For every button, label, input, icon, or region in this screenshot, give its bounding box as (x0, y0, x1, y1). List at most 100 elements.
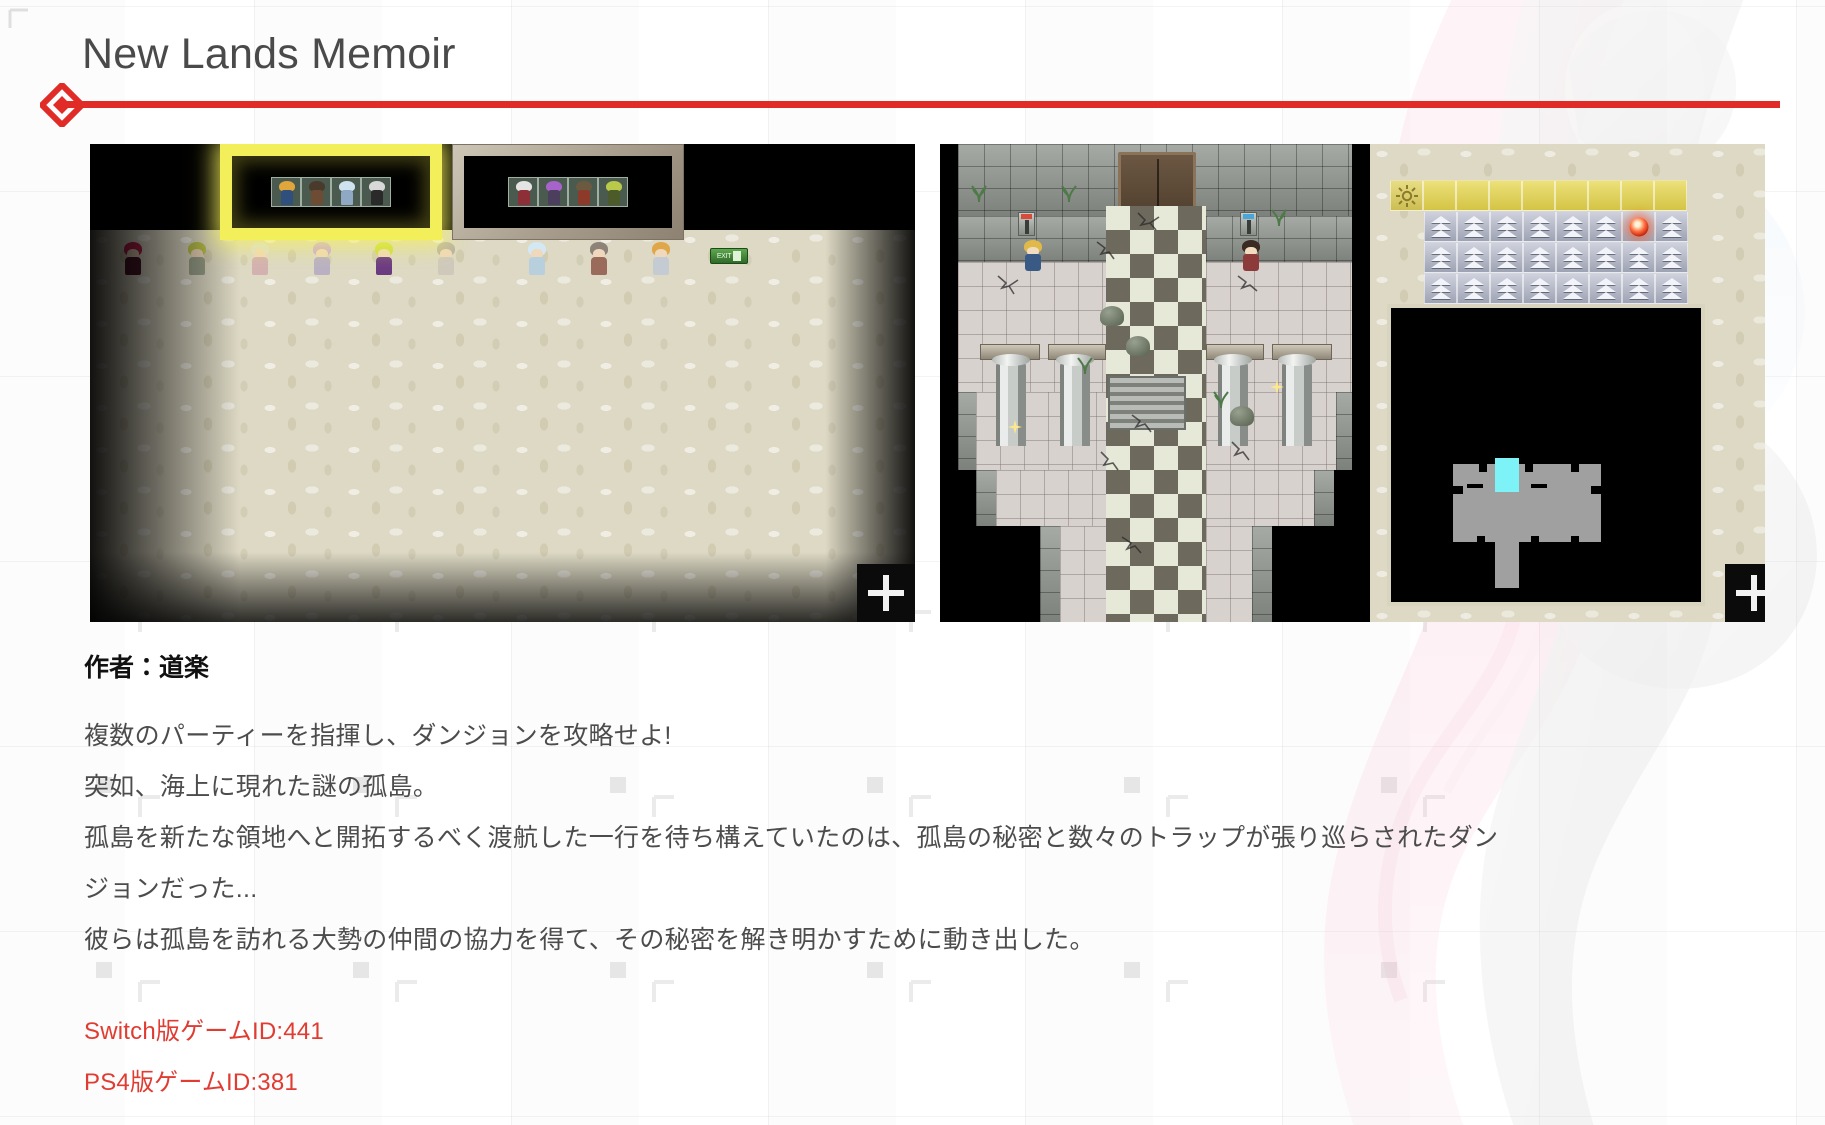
sparkle-icon (1270, 380, 1284, 394)
party-b-member-4 (598, 177, 628, 207)
rubble-prop (1230, 406, 1254, 426)
puzzle-arrow-tile[interactable] (1622, 242, 1655, 273)
dungeon-pillar (1278, 354, 1316, 446)
vine-plant-icon (1271, 209, 1287, 226)
expand-screenshot-button[interactable] (1725, 564, 1765, 622)
puzzle-yellow-tile[interactable] (1423, 180, 1456, 211)
game-id-ps4: PS4版ゲームID:381 (84, 1069, 298, 1096)
screenshot-dungeon[interactable] (940, 144, 1765, 622)
author-line: 作者：道楽 (84, 654, 210, 682)
floor-crack-icon (1231, 441, 1250, 461)
puzzle-arrow-tile[interactable] (1457, 211, 1490, 242)
puzzle-tile-row (1390, 180, 1688, 211)
diamond-marker-icon (40, 83, 84, 127)
puzzle-arrow-tile[interactable] (1424, 273, 1457, 304)
sun-glyph-icon (1395, 184, 1418, 207)
page-title: New Lands Memoir (82, 30, 456, 78)
dungeon-floor (1206, 526, 1252, 622)
minimap-player-marker (1495, 458, 1519, 492)
vine-plant-icon (971, 185, 987, 202)
puzzle-tile-grid (1390, 180, 1688, 304)
dungeon-wall (976, 470, 996, 526)
vignette-left (90, 144, 240, 622)
party-b-member-3 (568, 177, 598, 207)
puzzle-tile-row (1424, 211, 1688, 242)
dungeon-minimap (1387, 304, 1705, 606)
dungeon-map-view (940, 144, 1370, 622)
character-sprite (586, 242, 612, 276)
puzzle-yellow-tile[interactable] (1621, 180, 1654, 211)
dungeon-wall (958, 392, 976, 470)
torch-icon (1018, 212, 1035, 236)
puzzle-arrow-tile[interactable] (1556, 242, 1589, 273)
floor-crack-icon (1137, 212, 1160, 231)
puzzle-arrow-tile[interactable] (1424, 211, 1457, 242)
character-sprite (371, 242, 397, 276)
puzzle-arrow-tile[interactable] (1523, 211, 1556, 242)
dungeon-wall (1252, 526, 1272, 622)
vine-plant-icon (1061, 185, 1077, 202)
party-a-member-2 (301, 177, 331, 207)
puzzle-arrow-tile[interactable] (1490, 242, 1523, 273)
puzzle-orb-tile[interactable] (1622, 211, 1655, 242)
expand-screenshot-button[interactable] (857, 564, 915, 622)
puzzle-arrow-tile[interactable] (1655, 242, 1688, 273)
character-sprite (648, 242, 674, 276)
party-panel-secondary[interactable] (452, 144, 684, 240)
puzzle-yellow-tile[interactable] (1555, 180, 1588, 211)
party-panel-selected[interactable] (220, 144, 442, 240)
puzzle-arrow-tile[interactable] (1457, 273, 1490, 304)
puzzle-arrow-tile[interactable] (1490, 273, 1523, 304)
puzzle-yellow-tile[interactable] (1654, 180, 1687, 211)
plus-icon (883, 575, 889, 611)
character-sprite (433, 242, 459, 276)
sparkle-icon (1008, 420, 1022, 434)
puzzle-arrow-tile[interactable] (1655, 211, 1688, 242)
description-line: 孤島を新たな領地へと開拓するべく渡航した一行を待ち構えていたのは、孤島の秘密と数… (84, 824, 1499, 903)
puzzle-arrow-tile[interactable] (1490, 211, 1523, 242)
puzzle-yellow-tile[interactable] (1522, 180, 1555, 211)
puzzle-yellow-tile[interactable] (1489, 180, 1522, 211)
puzzle-arrow-tile[interactable] (1589, 211, 1622, 242)
dungeon-floor (1060, 526, 1106, 622)
character-sprite (524, 242, 550, 276)
screenshot-party-select[interactable]: EXIT (90, 144, 915, 622)
puzzle-arrow-tile[interactable] (1556, 211, 1589, 242)
title-divider-rule (60, 101, 1780, 108)
minimap-room (1453, 490, 1601, 542)
dungeon-wall (1314, 470, 1334, 526)
puzzle-sun-tile[interactable] (1390, 180, 1423, 211)
dungeon-floor (996, 470, 1106, 526)
npc-character (1238, 240, 1264, 272)
page-header: New Lands Memoir (0, 0, 1825, 127)
puzzle-room-view (1370, 144, 1765, 622)
exit-door-glyph (733, 251, 742, 261)
floor-crack-icon (1100, 451, 1119, 471)
floor-crack-icon (997, 275, 1019, 295)
puzzle-arrow-tile[interactable] (1589, 242, 1622, 273)
party-b-member-2 (538, 177, 568, 207)
screenshot-gallery: EXIT (0, 144, 1825, 622)
dungeon-wall (1336, 392, 1352, 470)
party-b-member-1 (508, 177, 538, 207)
puzzle-arrow-tile[interactable] (1424, 242, 1457, 273)
puzzle-arrow-tile[interactable] (1556, 273, 1589, 304)
description-line: 彼らは孤島を訪れる大勢の仲間の協力を得て、その秘密を解き明かすために動き出した。 (84, 926, 1095, 954)
party-a-portraits (271, 177, 391, 207)
puzzle-arrow-tile[interactable] (1523, 242, 1556, 273)
puzzle-arrow-tile[interactable] (1523, 273, 1556, 304)
character-sprite (247, 242, 273, 276)
puzzle-arrow-tile[interactable] (1589, 273, 1622, 304)
description-text: 複数のパーティーを指揮し、ダンジョンを攻略せよ! 突如、海上に現れた謎の孤島。 … (84, 711, 1502, 966)
puzzle-arrow-tile[interactable] (1622, 273, 1655, 304)
exit-sign-icon: EXIT (710, 248, 748, 264)
minimap-corridor (1495, 542, 1519, 588)
puzzle-arrow-tile[interactable] (1457, 242, 1490, 273)
puzzle-arrow-tile[interactable] (1655, 273, 1688, 304)
puzzle-yellow-tile[interactable] (1588, 180, 1621, 211)
floor-crack-icon (1121, 536, 1142, 554)
game-id-switch: Switch版ゲームID:441 (84, 1018, 324, 1045)
exit-sign-label: EXIT (716, 252, 732, 260)
puzzle-tile-row (1424, 273, 1688, 304)
puzzle-yellow-tile[interactable] (1456, 180, 1489, 211)
